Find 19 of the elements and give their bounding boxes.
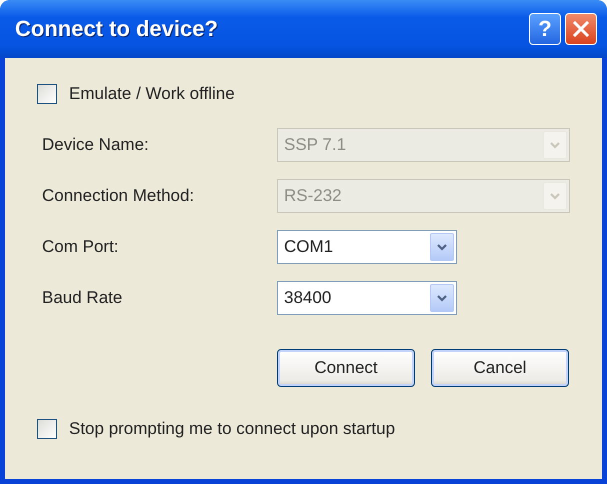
field-label: Connection Method: (41, 186, 196, 206)
checkbox[interactable] (37, 419, 57, 439)
checkbox-label: Stop prompting me to connect upon startup (69, 419, 396, 439)
dropdown-value: RS-232 (284, 186, 342, 206)
field-label: Device Name: (41, 135, 150, 155)
checkbox-label: Emulate / Work offline (69, 84, 235, 104)
dialog-button[interactable]: Cancel (431, 349, 569, 387)
window-title: Connect to device? (15, 16, 218, 42)
field-label: Com Port: (41, 237, 120, 257)
close-icon (572, 20, 590, 38)
dropdown-value: 38400 (284, 288, 332, 308)
dropdown-value: SSP 7.1 (284, 135, 346, 155)
checkbox[interactable] (37, 84, 57, 104)
dropdown[interactable]: 38400 (277, 281, 457, 315)
dropdown[interactable]: COM1 (277, 230, 457, 264)
dialog-button[interactable]: Connect (277, 349, 415, 387)
close-button[interactable] (565, 13, 597, 45)
dropdown-value: COM1 (284, 237, 334, 257)
field-label: Baud Rate (41, 288, 124, 308)
